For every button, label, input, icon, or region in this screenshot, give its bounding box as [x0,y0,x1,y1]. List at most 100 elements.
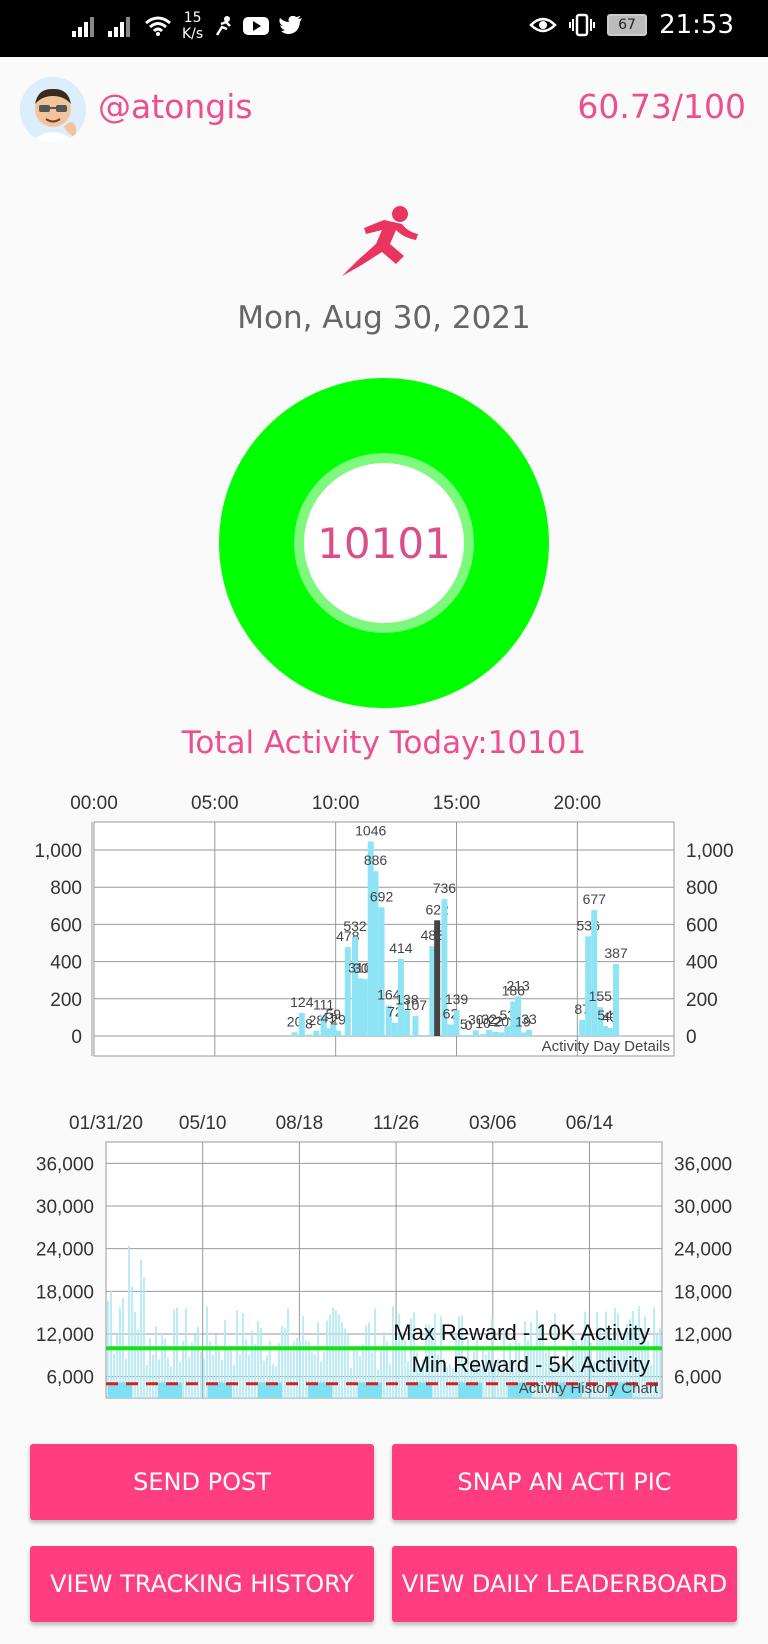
status-bar: 15 K/s 67 21:53 [0,0,768,57]
history-x-tick-label: 03/06 [469,1113,517,1134]
day-bar [361,978,368,1036]
history-y-tick-label-right: 12,000 [674,1325,732,1346]
clock: 21:53 [659,10,734,40]
day-bar [434,920,441,1036]
history-spike [203,1358,205,1398]
history-spike [353,1348,355,1398]
youtube-icon [243,17,270,35]
day-y-tick-label-left: 600 [50,915,82,936]
day-bar [606,1028,613,1036]
activity-history-chart: 36,000 36,000 30,000 30,000 24,000 24,000 18,0… [0,1100,768,1405]
day-bar-label: 736 [433,880,457,896]
day-x-tick-label: 20:00 [554,793,602,814]
history-spike [200,1351,202,1398]
day-x-tick-label: 00:00 [70,793,118,814]
eye-icon [529,17,557,33]
history-y-tick-label-right: 36,000 [674,1154,732,1175]
total-activity-label: Total Activity Today:10101 [181,725,587,761]
day-y-tick-label-right: 200 [686,990,718,1011]
history-spike [248,1354,250,1398]
history-y-tick-label-right: 6,000 [674,1368,722,1389]
day-bar [391,1022,398,1036]
history-spike [188,1357,190,1398]
day-bar-label: 677 [583,891,607,907]
history-x-tick-label: 11/26 [373,1113,419,1134]
day-bar [291,1032,298,1036]
day-bar [453,1010,460,1036]
vibrate-icon [569,13,596,37]
day-bar-label: 155 [589,988,613,1004]
day-y-tick-label-left: 1,000 [34,841,82,862]
view-daily-leaderboard-button[interactable]: VIEW DAILY LEADERBOARD [392,1546,737,1622]
day-bar [465,1036,472,1037]
history-spike [242,1312,244,1398]
day-bar [526,1029,532,1036]
day-y-tick-label-left: 800 [50,878,82,899]
day-bar-label: 124 [290,994,314,1010]
day-y-tick-label-left: 400 [50,953,82,974]
day-y-tick-label-right: 400 [686,953,718,974]
day-bar [486,1030,493,1036]
activity-date: Mon, Aug 30, 2021 [237,300,531,336]
day-chart-title: Activity Day Details [542,1038,670,1055]
day-bar [378,907,385,1036]
day-bar [492,1031,499,1036]
twitter-icon [279,16,303,34]
day-x-tick-label: 15:00 [433,793,481,814]
history-spike [251,1330,253,1398]
day-bar [579,1019,586,1036]
history-x-tick-label: 05/10 [179,1113,227,1134]
day-bar [412,1016,419,1036]
day-x-tick-label: 05:00 [191,793,239,814]
day-y-tick-label-right: 600 [686,915,718,936]
history-x-tick-label: 06/14 [566,1113,614,1134]
day-y-tick-label-right: 1,000 [686,841,734,862]
username[interactable]: @atongis [98,87,253,126]
history-spike [194,1334,196,1398]
history-spike [302,1315,304,1398]
send-post-button[interactable]: SEND POST [30,1444,374,1520]
battery-indicator: 67 [607,14,648,36]
day-y-tick-label-left: 0 [71,1027,82,1048]
day-bar-label: 1046 [355,822,386,838]
day-bar-label: 414 [389,940,413,956]
history-spike [290,1348,292,1398]
history-spike [341,1321,343,1398]
day-bar [447,1024,454,1036]
history-reference-label: Max Reward - 10K Activity [393,1320,650,1345]
day-bar [519,1032,526,1036]
day-bar [460,1035,467,1037]
day-y-tick-label-right: 800 [686,878,718,899]
day-bar-label: 387 [604,945,628,961]
history-y-tick-label-left: 12,000 [36,1325,94,1346]
day-bar [313,1030,320,1036]
day-y-tick-label-left: 200 [50,990,82,1011]
day-bar-label: 29 [330,1012,346,1028]
network-speed: 15 K/s [182,10,204,42]
day-bar-label: 33 [521,1011,537,1027]
day-bar [504,1026,511,1036]
day-bar-label: 692 [370,888,394,904]
history-y-tick-label-left: 6,000 [46,1368,94,1389]
history-spike [356,1346,358,1398]
history-spike [110,1290,112,1398]
history-spike [191,1342,193,1398]
history-spike [140,1259,142,1398]
view-tracking-history-button[interactable]: VIEW TRACKING HISTORY [30,1546,374,1622]
signal-icon [72,17,94,37]
wifi-icon [145,16,171,36]
history-spike [146,1364,148,1398]
day-bar [585,936,592,1036]
history-spike [155,1326,157,1398]
activity-progress-ring: 10101 [219,378,549,708]
avatar[interactable] [20,77,86,143]
history-chart-svg: 36,000 36,000 30,000 30,000 24,000 24,000 18,0… [36,1113,732,1399]
signal-icon-2 [108,17,130,37]
history-y-tick-label-left: 30,000 [36,1197,94,1218]
history-spike [344,1328,346,1398]
day-bar-label: 213 [506,977,530,993]
history-spike [233,1364,235,1398]
snap-pic-button[interactable]: SNAP AN ACTI PIC [392,1444,737,1520]
day-chart-svg: 00:00 05:00 10:00 15:00 20:00 1,000 1,000 800 80… [34,793,734,1057]
history-spike [131,1286,133,1398]
